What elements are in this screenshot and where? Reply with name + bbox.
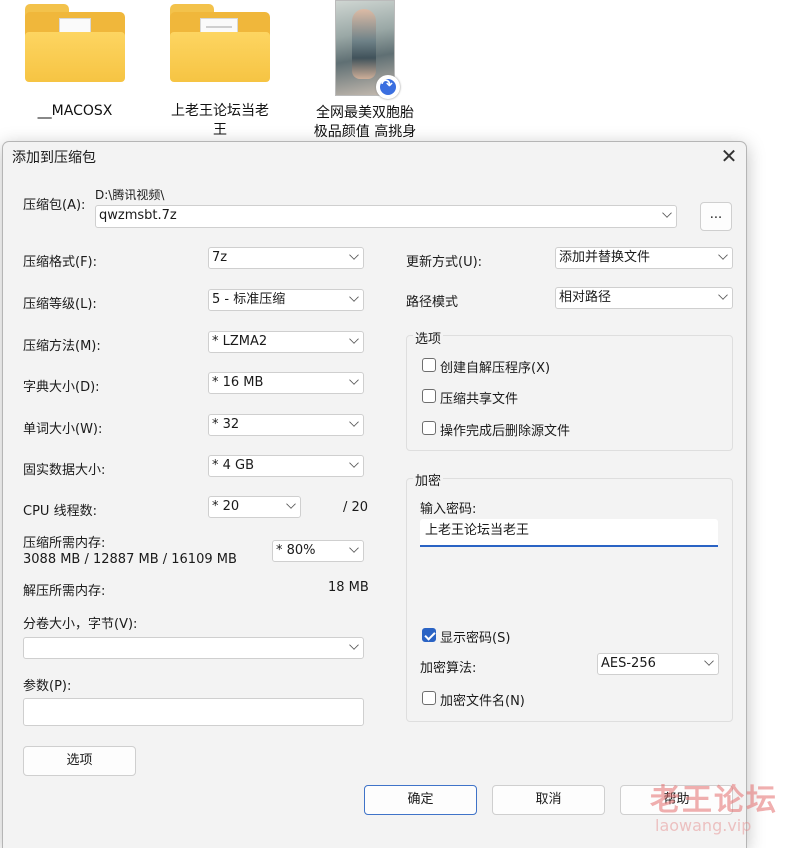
- unpack-label: 解压所需内存:: [23, 584, 106, 599]
- path-mode-label: 路径模式: [406, 295, 459, 310]
- split-label: 分卷大小，字节(V):: [23, 617, 138, 632]
- desktop-folder-macosx[interactable]: __MACOSX: [10, 0, 140, 121]
- path-mode-value: 相对路径: [559, 290, 612, 305]
- watermark-url: laowang.vip: [655, 816, 752, 835]
- mem-percent-select[interactable]: * 80%: [272, 540, 364, 562]
- chevron-down-icon: [718, 250, 728, 260]
- chevron-down-icon: [349, 250, 359, 260]
- cpu-label: CPU 线程数:: [23, 504, 97, 519]
- format-label: 压缩格式(F):: [23, 255, 98, 270]
- solid-value: * 4 GB: [212, 458, 255, 473]
- solid-select[interactable]: * 4 GB: [208, 455, 364, 477]
- ok-button[interactable]: 确定: [364, 785, 477, 815]
- close-icon[interactable]: ✕: [715, 142, 743, 170]
- chevron-down-icon: [349, 640, 359, 650]
- chevron-down-icon: [662, 208, 672, 218]
- shared-files-label[interactable]: 压缩共享文件: [440, 388, 518, 407]
- archive-label: 压缩包(A):: [23, 198, 86, 213]
- level-label: 压缩等级(L):: [23, 297, 97, 312]
- enc-method-label: 加密算法:: [420, 661, 477, 676]
- archive-path: D:\腾讯视频\: [95, 188, 165, 202]
- shortcut-arrow-icon: ↷: [376, 75, 400, 99]
- desktop-item-label: 上老王论坛当老王: [171, 103, 269, 138]
- chevron-down-icon: [704, 656, 714, 666]
- cpu-value: * 20: [212, 499, 240, 514]
- sfx-label[interactable]: 创建自解压程序(X): [440, 357, 550, 376]
- watermark-text: 老王论坛: [650, 783, 778, 818]
- update-label: 更新方式(U):: [406, 255, 483, 270]
- password-input[interactable]: 上老王论坛当老王: [420, 519, 718, 547]
- method-value: * LZMA2: [212, 334, 268, 349]
- mem-detail: 3088 MB / 12887 MB / 16109 MB: [23, 552, 237, 567]
- desktop-item-label: __MACOSX: [37, 103, 113, 119]
- chevron-down-icon: [349, 375, 359, 385]
- format-select[interactable]: 7z: [208, 247, 364, 269]
- dict-label: 字典大小(D):: [23, 380, 100, 395]
- cpu-total: / 20: [343, 500, 369, 515]
- desktop-item-label: 全网最美双胞胎极品颜值 高挑身: [313, 105, 417, 140]
- browse-button[interactable]: ...: [700, 202, 732, 231]
- image-thumbnail: ↷: [335, 0, 400, 99]
- desktop-image-shortcut[interactable]: ↷ 全网最美双胞胎极品颜值 高挑身: [300, 0, 430, 142]
- path-mode-select[interactable]: 相对路径: [555, 287, 733, 309]
- archive-name-combo[interactable]: qwzmsbt.7z: [95, 205, 677, 228]
- shared-files-checkbox[interactable]: [422, 389, 436, 403]
- enc-method-value: AES-256: [601, 656, 656, 671]
- archive-name-value: qwzmsbt.7z: [99, 208, 177, 223]
- encrypt-names-checkbox[interactable]: [422, 691, 436, 705]
- format-value: 7z: [212, 250, 228, 265]
- enc-method-select[interactable]: AES-256: [597, 653, 719, 675]
- update-select[interactable]: 添加并替换文件: [555, 247, 733, 269]
- dialog-title: 添加到压缩包: [12, 150, 96, 166]
- params-input[interactable]: [23, 698, 364, 726]
- cpu-select[interactable]: * 20: [208, 496, 301, 518]
- split-select[interactable]: [23, 637, 364, 659]
- delete-after-label[interactable]: 操作完成后删除源文件: [440, 420, 570, 439]
- add-to-archive-dialog: 添加到压缩包 ✕ 压缩包(A): D:\腾讯视频\ qwzmsbt.7z ...…: [2, 141, 747, 848]
- chevron-down-icon: [349, 417, 359, 427]
- dict-value: * 16 MB: [212, 375, 264, 390]
- show-password-label[interactable]: 显示密码(S): [440, 627, 510, 646]
- cancel-button[interactable]: 取消: [492, 785, 605, 815]
- solid-label: 固实数据大小:: [23, 463, 106, 478]
- update-value: 添加并替换文件: [559, 250, 651, 265]
- options-group-title: 选项: [413, 328, 444, 347]
- sfx-checkbox[interactable]: [422, 358, 436, 372]
- chevron-down-icon: [286, 499, 296, 509]
- chevron-down-icon: [349, 334, 359, 344]
- word-value: * 32: [212, 417, 240, 432]
- desktop-folder-laowang[interactable]: 上老王论坛当老王: [155, 0, 285, 140]
- level-value: 5 - 标准压缩: [212, 292, 286, 307]
- word-select[interactable]: * 32: [208, 414, 364, 436]
- word-label: 单词大小(W):: [23, 422, 103, 437]
- dict-select[interactable]: * 16 MB: [208, 372, 364, 394]
- chevron-down-icon: [718, 290, 728, 300]
- password-label: 输入密码:: [420, 502, 477, 517]
- show-password-checkbox[interactable]: [422, 628, 436, 642]
- chevron-down-icon: [349, 543, 359, 553]
- delete-after-checkbox[interactable]: [422, 421, 436, 435]
- mem-label: 压缩所需内存:: [23, 536, 106, 551]
- chevron-down-icon: [349, 292, 359, 302]
- method-select[interactable]: * LZMA2: [208, 331, 364, 353]
- folder-icon: [25, 0, 125, 82]
- unpack-value: 18 MB: [328, 580, 369, 595]
- encryption-group-title: 加密: [413, 470, 444, 489]
- method-label: 压缩方法(M):: [23, 339, 101, 354]
- options-button[interactable]: 选项: [23, 746, 136, 776]
- params-label: 参数(P):: [23, 679, 72, 694]
- chevron-down-icon: [349, 458, 359, 468]
- folder-icon: [170, 0, 270, 82]
- level-select[interactable]: 5 - 标准压缩: [208, 289, 364, 311]
- encrypt-names-label[interactable]: 加密文件名(N): [440, 690, 525, 709]
- mem-percent-value: * 80%: [276, 543, 316, 558]
